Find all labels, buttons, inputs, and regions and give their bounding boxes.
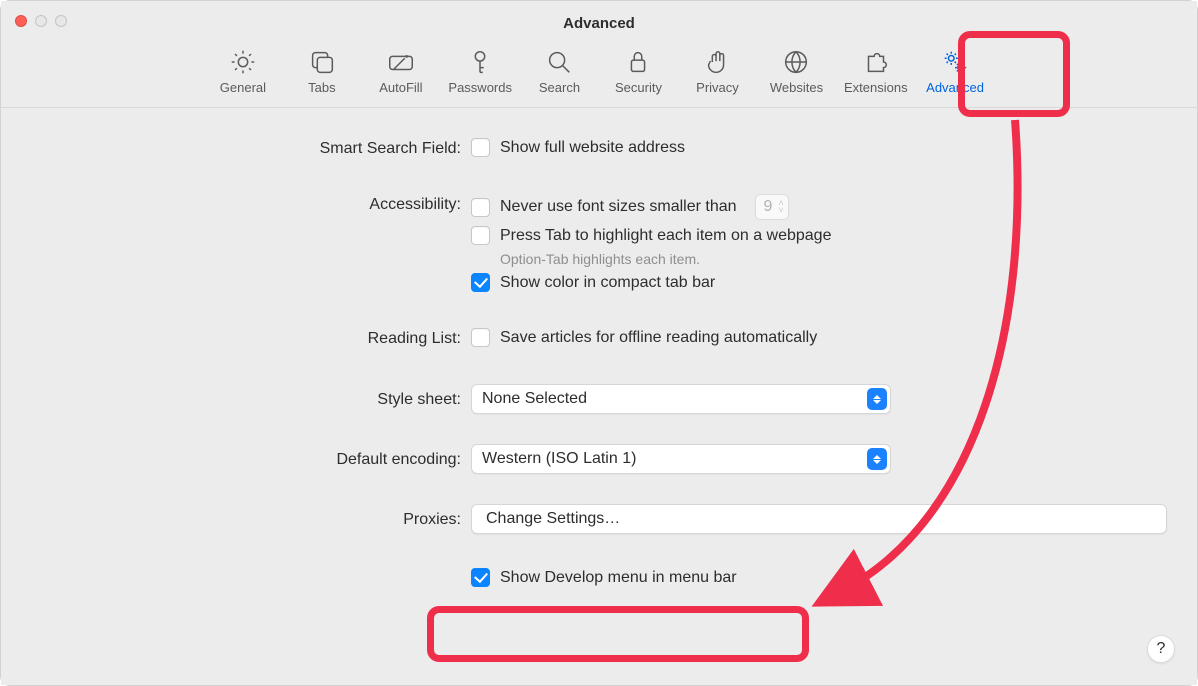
show-develop-menu-checkbox[interactable] [471, 568, 490, 587]
lock-icon [622, 46, 654, 78]
key-icon [464, 46, 496, 78]
tab-label: Passwords [448, 80, 512, 95]
autofill-icon [385, 46, 417, 78]
show-full-address-checkbox[interactable] [471, 138, 490, 157]
style-sheet-label: Style sheet: [31, 389, 471, 409]
tab-label: Websites [770, 80, 823, 95]
tab-tabs[interactable]: Tabs [284, 42, 359, 99]
chevron-updown-icon [867, 448, 887, 470]
help-button[interactable]: ? [1147, 635, 1175, 663]
window-title: Advanced [1, 7, 1197, 32]
offline-reading-label: Save articles for offline reading automa… [500, 329, 817, 347]
show-develop-menu-label: Show Develop menu in menu bar [500, 569, 737, 587]
offline-reading-checkbox[interactable] [471, 328, 490, 347]
tab-advanced[interactable]: Advanced [918, 42, 993, 99]
tab-label: Search [539, 80, 580, 95]
default-encoding-select[interactable]: Western (ISO Latin 1) [471, 444, 891, 474]
default-encoding-label: Default encoding: [31, 449, 471, 469]
preferences-toolbar: General Tabs AutoFill [1, 37, 1197, 107]
show-full-address-label: Show full website address [500, 139, 685, 157]
default-encoding-value: Western (ISO Latin 1) [482, 450, 636, 468]
close-button[interactable] [15, 15, 27, 27]
advanced-pane: Smart Search Field: Show full website ad… [1, 108, 1197, 685]
tab-autofill[interactable]: AutoFill [363, 42, 438, 99]
min-font-size-value: 9 [764, 198, 773, 216]
tab-label: General [220, 80, 266, 95]
style-sheet-select[interactable]: None Selected [471, 384, 891, 414]
tab-general[interactable]: General [205, 42, 280, 99]
min-font-size-stepper[interactable]: 9 ˄˅ [755, 194, 789, 220]
gears-icon [939, 46, 971, 78]
titlebar: Advanced General Tabs [1, 1, 1197, 108]
tab-highlight-hint: Option-Tab highlights each item. [500, 251, 1167, 267]
tab-websites[interactable]: Websites [759, 42, 834, 99]
tab-highlight-label: Press Tab to highlight each item on a we… [500, 227, 831, 245]
proxies-label: Proxies: [31, 509, 471, 529]
tab-label: Privacy [696, 80, 739, 95]
tab-passwords[interactable]: Passwords [442, 42, 518, 99]
min-font-size-label: Never use font sizes smaller than [500, 198, 737, 216]
change-settings-button[interactable]: Change Settings… [471, 504, 1167, 534]
globe-icon [780, 46, 812, 78]
chevron-updown-icon [867, 388, 887, 410]
gear-icon [227, 46, 259, 78]
style-sheet-value: None Selected [482, 390, 587, 408]
reading-list-label: Reading List: [31, 328, 471, 348]
tab-search[interactable]: Search [522, 42, 597, 99]
min-font-size-checkbox[interactable] [471, 198, 490, 217]
tab-label: Security [615, 80, 662, 95]
color-compact-tab-checkbox[interactable] [471, 273, 490, 292]
tab-privacy[interactable]: Privacy [680, 42, 755, 99]
accessibility-label: Accessibility: [31, 194, 471, 214]
tab-extensions[interactable]: Extensions [838, 42, 914, 99]
window-controls [15, 15, 67, 27]
color-compact-tab-label: Show color in compact tab bar [500, 274, 715, 292]
search-icon [543, 46, 575, 78]
tab-label: Extensions [844, 80, 908, 95]
zoom-button[interactable] [55, 15, 67, 27]
tabs-icon [306, 46, 338, 78]
tab-label: AutoFill [379, 80, 422, 95]
tab-security[interactable]: Security [601, 42, 676, 99]
tab-highlight-checkbox[interactable] [471, 226, 490, 245]
preferences-window: Advanced General Tabs [0, 0, 1198, 686]
minimize-button[interactable] [35, 15, 47, 27]
smart-search-label: Smart Search Field: [31, 138, 471, 158]
hand-icon [701, 46, 733, 78]
tab-label: Tabs [308, 80, 335, 95]
puzzle-icon [860, 46, 892, 78]
help-icon: ? [1157, 640, 1166, 658]
change-settings-label: Change Settings… [486, 510, 620, 528]
tab-label: Advanced [926, 80, 984, 95]
